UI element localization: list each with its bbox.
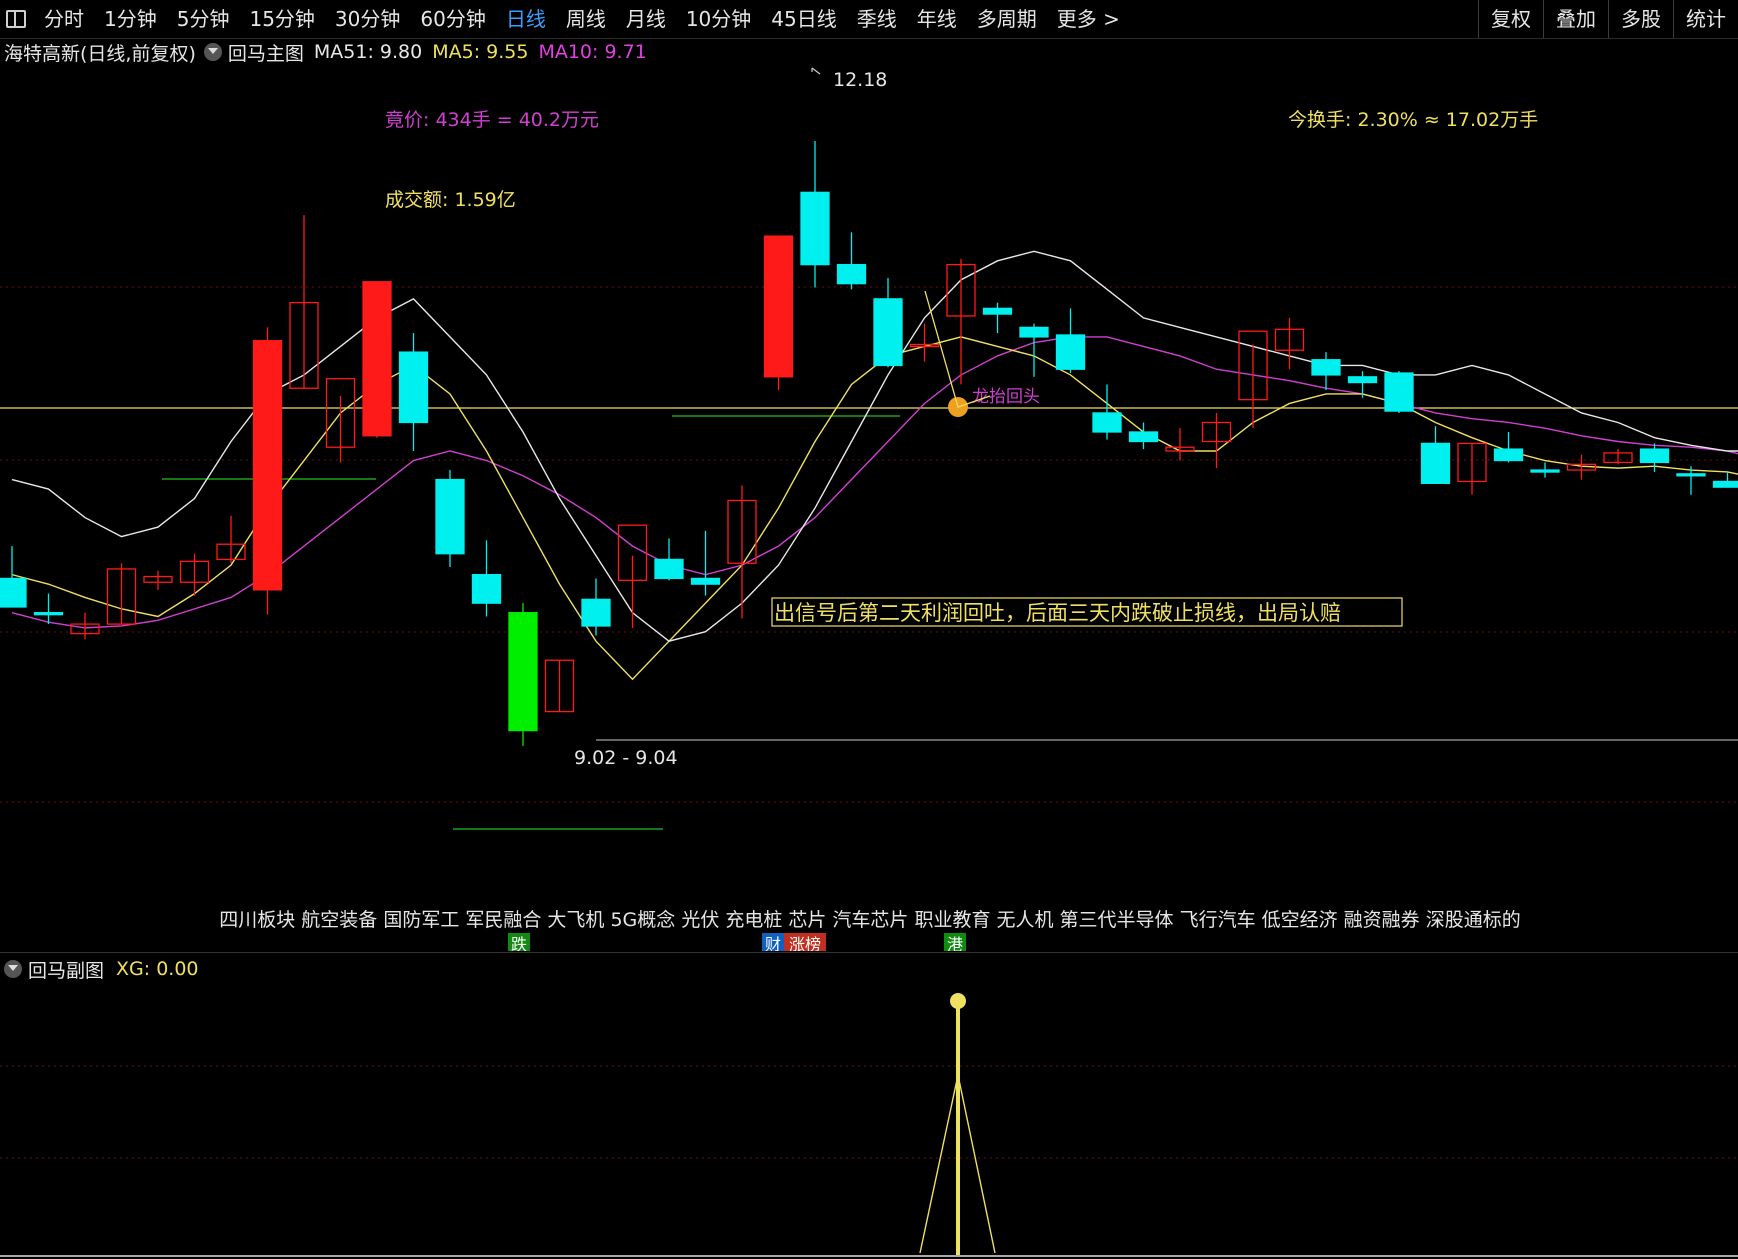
candle-body-12 <box>435 478 465 555</box>
candle-body-23 <box>836 263 867 285</box>
candle-body-21 <box>763 235 794 378</box>
main-chart-info-bar: 海特高新(日线,前复权) 回马主图 MA51: 9.80 MA5: 9.55 M… <box>0 38 647 66</box>
ma5-value: MA5: 9.55 <box>432 41 529 63</box>
sub-indicator-name[interactable]: 回马副图 <box>28 956 104 983</box>
badge-cai: 财 <box>765 935 781 951</box>
signal-marker-label: 龙抬回头 <box>972 387 1040 407</box>
candle-body-24 <box>873 298 903 367</box>
period-tabs: 分时 1分钟 5分钟 15分钟 30分钟 60分钟 日线 周线 月线 10分钟 45日线 季线 年线 多周… <box>34 0 1130 38</box>
badge-die: 跌 <box>511 935 527 951</box>
tab-3[interactable]: 15分钟 <box>239 0 324 38</box>
tab-0[interactable]: 分时 <box>34 0 94 38</box>
indicator-collapse-icon[interactable] <box>203 43 222 61</box>
candle-body-38 <box>1384 372 1414 412</box>
tab-13[interactable]: 多周期 <box>967 0 1047 38</box>
tab-14[interactable]: 更多 > <box>1047 0 1130 38</box>
candle-body-28 <box>1019 326 1049 338</box>
xg-value: XG: 0.00 <box>116 958 199 980</box>
candle-body-30 <box>1092 412 1122 433</box>
candle-body-37 <box>1347 376 1378 384</box>
tab-7[interactable]: 周线 <box>556 0 616 38</box>
ma51-value: MA51: 9.80 <box>313 41 423 63</box>
tab-12[interactable]: 年线 <box>907 0 967 38</box>
candle-body-41 <box>1493 448 1524 462</box>
tab-2[interactable]: 5分钟 <box>167 0 240 38</box>
indicator-name[interactable]: 回马主图 <box>228 39 304 66</box>
candle-body-27 <box>982 307 1013 315</box>
candle-body-13 <box>471 573 502 604</box>
sub-chart-info-bar: 回马副图 XG: 0.00 <box>0 955 199 983</box>
stock-title: 海特高新(日线,前复权) <box>4 42 196 65</box>
tab-11[interactable]: 季线 <box>847 0 907 38</box>
candle-body-18 <box>654 558 684 580</box>
tab-6[interactable]: 日线 <box>496 0 556 38</box>
tab-1[interactable]: 1分钟 <box>94 0 167 38</box>
candle-body-47 <box>1712 480 1738 488</box>
panel-divider <box>0 952 1738 953</box>
period-toolbar: 分时 1分钟 5分钟 15分钟 30分钟 60分钟 日线 周线 月线 10分钟 45日线 季线 年线 多周… <box>0 0 1738 39</box>
bid-annotation: 竟价: 434手 = 40.2万元 <box>385 109 599 131</box>
sub-indicator-chart[interactable] <box>0 983 1738 1255</box>
tab-10[interactable]: 45日线 <box>761 0 846 38</box>
badge-gang: 港 <box>947 935 963 951</box>
signal-text: 出信号后第二天利润回吐，后面三天内跌破止损线，出局认赔 <box>774 601 1341 625</box>
candle-body-0 <box>0 577 27 608</box>
candle-body-39 <box>1420 442 1451 484</box>
candle-body-16 <box>581 598 611 627</box>
toolbar-right-button-0[interactable]: 复权 <box>1478 0 1543 38</box>
ma10-value: MA10: 9.71 <box>538 41 647 63</box>
toolbar-right-buttons: 复权 叠加 多股 统计 <box>1478 0 1738 38</box>
tab-5[interactable]: 60分钟 <box>410 0 495 38</box>
tab-9[interactable]: 10分钟 <box>676 0 761 38</box>
candle-body-31 <box>1128 431 1159 443</box>
candle-body-22 <box>800 191 830 266</box>
candle-body-14 <box>508 612 538 732</box>
low-price-label: 9.02 - 9.04 <box>574 747 678 769</box>
candle-body-11 <box>398 351 429 424</box>
volume-annotation: 成交额: 1.59亿 <box>385 189 516 211</box>
high-price-label: 12.18 <box>833 69 887 91</box>
candle-body-46 <box>1676 473 1706 477</box>
candle-body-10 <box>362 281 392 437</box>
candle-body-1 <box>33 612 64 616</box>
high-price-pointer <box>811 67 821 75</box>
tab-4[interactable]: 30分钟 <box>325 0 410 38</box>
bottom-axis-line <box>0 1255 1738 1257</box>
toolbar-right-button-2[interactable]: 多股 <box>1608 0 1673 38</box>
candle-body-29 <box>1055 334 1086 370</box>
candle-body-19 <box>690 577 721 585</box>
xg-signal-dot <box>950 993 966 1009</box>
layout-toggle-icon[interactable] <box>6 10 26 28</box>
tab-8[interactable]: 月线 <box>616 0 676 38</box>
main-price-chart[interactable]: 竟价: 434手 = 40.2万元成交额: 1.59亿 今换手: 2.30% ≈ … <box>0 66 1738 951</box>
sub-collapse-icon[interactable] <box>4 960 22 978</box>
badge-zhang: 涨榜 <box>789 935 821 951</box>
toolbar-right-button-3[interactable]: 统计 <box>1673 0 1738 38</box>
candle-body-42 <box>1530 469 1560 473</box>
candle-body-7 <box>252 340 283 591</box>
sector-tags: 四川板块 航空装备 国防军工 军民融合 大飞机 5G概念 光伏 充电桩 芯片 汽… <box>219 908 1520 931</box>
turnover-annotation: 今换手: 2.30% ≈ 17.02万手 <box>1288 109 1538 131</box>
toolbar-right-button-1[interactable]: 叠加 <box>1543 0 1608 38</box>
candle-body-36 <box>1311 359 1341 376</box>
candle-body-45 <box>1639 448 1670 464</box>
